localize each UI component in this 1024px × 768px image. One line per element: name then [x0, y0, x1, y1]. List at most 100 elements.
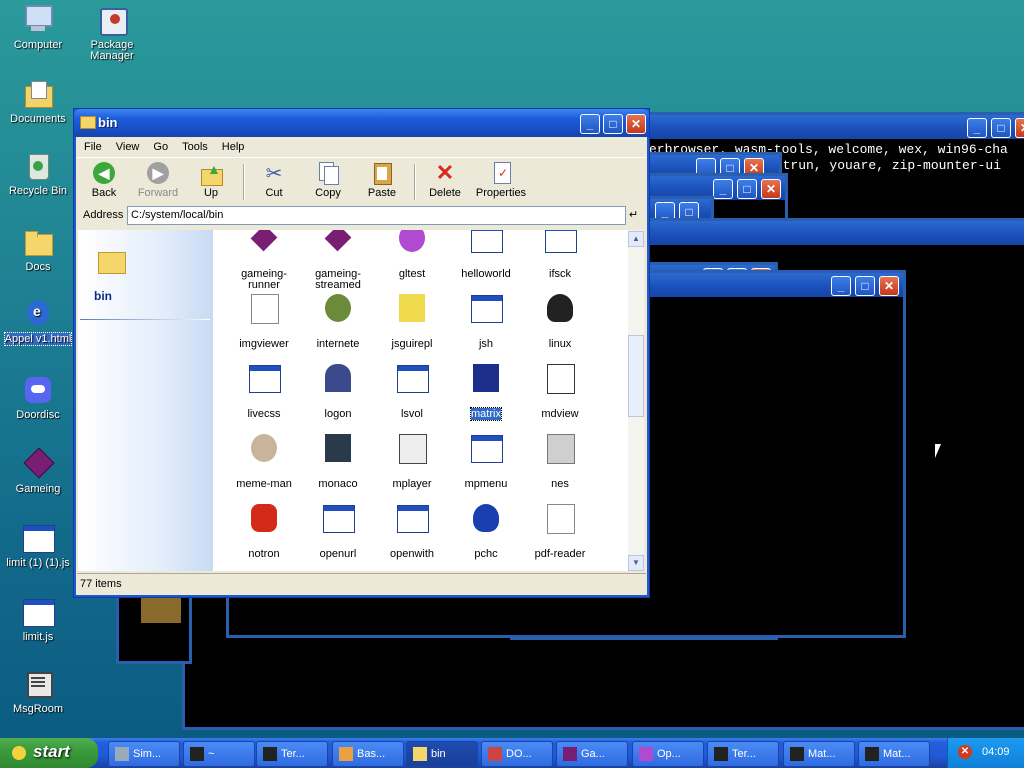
close-button[interactable]: ✕ [761, 179, 781, 199]
forward-button[interactable]: ▶ Forward [131, 161, 185, 199]
file-item-jsguirepl[interactable]: jsguirepl [375, 292, 449, 350]
go-arrow-icon[interactable]: ↵ [629, 208, 643, 222]
scroll-thumb[interactable] [628, 335, 644, 417]
file-item-gameing-streamed[interactable]: gameing-streamed [301, 230, 375, 291]
copy-button[interactable]: Copy [301, 161, 355, 199]
maximize-button[interactable]: □ [855, 276, 875, 296]
explorer-titlebar[interactable]: bin _ □ ✕ [74, 109, 649, 137]
nes-icon [544, 432, 576, 464]
task-app-icon [865, 747, 879, 761]
desktop-icon-documents[interactable]: Documents [2, 78, 74, 125]
close-button[interactable]: ✕ [1015, 118, 1024, 138]
background-window[interactable] [116, 590, 192, 664]
desktop-icon-gameing[interactable]: Gameing [2, 447, 74, 495]
file-item-mdview[interactable]: mdview [523, 362, 597, 420]
desktop-icon-docs[interactable]: Docs [2, 226, 74, 273]
file-item-nes[interactable]: nes [523, 432, 597, 490]
file-item-linux[interactable]: linux [523, 292, 597, 350]
menu-tools[interactable]: Tools [175, 138, 215, 156]
file-item-jsh[interactable]: jsh [449, 292, 523, 350]
file-item-internete[interactable]: internete [301, 292, 375, 350]
background-terminal-titlebar[interactable] [629, 115, 1024, 139]
taskbar-button[interactable]: bin [406, 741, 478, 767]
desktop-icon-recycle-bin[interactable]: Recycle Bin [2, 150, 74, 197]
file-item-mplayer[interactable]: mplayer [375, 432, 449, 490]
close-button[interactable]: ✕ [879, 276, 899, 296]
taskbar-button-label: Sim... [133, 748, 162, 760]
back-button[interactable]: ◀ Back [77, 161, 131, 199]
error-notification-icon[interactable]: ✕ [958, 745, 972, 759]
properties-button[interactable]: ✓ Properties [470, 161, 532, 199]
minimize-button[interactable]: _ [580, 114, 600, 134]
file-item-helloworld[interactable]: helloworld [449, 230, 523, 280]
toolbar-separator [243, 164, 245, 200]
desktop-icon-appel[interactable]: e Appel v1.html [2, 298, 74, 346]
taskbar-button-label: Bas... [357, 748, 386, 760]
up-button[interactable]: ▲ Up [184, 161, 238, 199]
notron-icon [248, 502, 280, 534]
taskbar-button[interactable]: ~ [183, 741, 255, 767]
internete-icon [322, 292, 354, 324]
desktop-icon-limit-1-1-js[interactable]: limit (1) (1).js [2, 522, 74, 569]
file-item-pdf-reader[interactable]: pdf-reader [523, 502, 597, 560]
maximize-button[interactable]: □ [737, 179, 757, 199]
folder-icon [22, 226, 54, 258]
address-input[interactable]: C:/system/local/bin [127, 206, 626, 225]
explorer-window[interactable]: bin _ □ ✕ File View Go Tools Help ◀ Back ▶ F… [73, 108, 650, 598]
file-item-matrix[interactable]: matrix [449, 362, 523, 421]
minimize-button[interactable]: _ [713, 179, 733, 199]
taskbar-button[interactable]: Bas... [332, 741, 404, 767]
menu-go[interactable]: Go [146, 138, 175, 156]
vertical-scrollbar[interactable]: ▲ ▼ [628, 230, 644, 571]
delete-button[interactable]: ✕ Delete [418, 161, 472, 200]
file-item-openwith[interactable]: openwith [375, 502, 449, 560]
taskbar-button[interactable]: Ga... [556, 741, 628, 767]
close-button[interactable]: ✕ [626, 114, 646, 134]
file-item-livecss[interactable]: livecss [227, 362, 301, 420]
taskbar-button[interactable]: Sim... [108, 741, 180, 767]
openurl-icon [322, 502, 355, 534]
clipboard-icon [369, 161, 395, 185]
maximize-button[interactable]: □ [991, 118, 1011, 138]
desktop-icon-msgroom[interactable]: MsgRoom [2, 668, 74, 715]
file-item-notron[interactable]: notron [227, 502, 301, 560]
scroll-up-arrow[interactable]: ▲ [628, 231, 644, 247]
taskbar-button[interactable]: Mat... [858, 741, 930, 767]
start-button[interactable]: start [0, 738, 98, 768]
file-item-ifsck[interactable]: ifsck [523, 230, 597, 280]
desktop-icon-computer[interactable]: Computer [2, 4, 74, 51]
minimize-button[interactable]: _ [967, 118, 987, 138]
file-item-logon[interactable]: logon [301, 362, 375, 420]
file-item-monaco[interactable]: monaco [301, 432, 375, 490]
taskbar-button[interactable]: Ter... [707, 741, 779, 767]
taskbar-button[interactable]: DO... [481, 741, 553, 767]
desktop-icon-package-manager[interactable]: Package Manager [76, 4, 148, 62]
minimize-button[interactable]: _ [831, 276, 851, 296]
menu-file[interactable]: File [77, 138, 109, 156]
maximize-button[interactable]: □ [603, 114, 623, 134]
file-item-label: matrix [470, 407, 502, 421]
file-item-mpmenu[interactable]: mpmenu [449, 432, 523, 490]
file-item-imgviewer[interactable]: imgviewer [227, 292, 301, 350]
taskbar-button[interactable]: Mat... [783, 741, 855, 767]
file-item-meme-man[interactable]: meme-man [227, 432, 301, 490]
documents-folder-icon [22, 78, 54, 110]
folder-icon [98, 252, 126, 274]
file-item-pchc[interactable]: pchc [449, 502, 523, 560]
file-item-openurl[interactable]: openurl [301, 502, 375, 560]
window-file-icon [22, 522, 55, 554]
desktop-icon-limit-js[interactable]: limit.js [2, 596, 74, 643]
cut-button[interactable]: ✂ Cut [247, 161, 301, 199]
desktop-icon-doordisc[interactable]: Doordisc [2, 374, 74, 421]
desktop-icon-label: limit (1) (1).js [6, 557, 70, 569]
menu-view[interactable]: View [109, 138, 147, 156]
paste-button[interactable]: Paste [355, 161, 409, 199]
scroll-down-arrow[interactable]: ▼ [628, 555, 644, 571]
file-item-gltest[interactable]: gltest [375, 230, 449, 280]
taskbar-button[interactable]: Ter... [256, 741, 328, 767]
menu-help[interactable]: Help [215, 138, 252, 156]
taskbar-button[interactable]: Op... [632, 741, 704, 767]
file-list[interactable]: gameing-runner gameing-streamed gltest hell… [213, 230, 628, 571]
file-item-gameing-runner[interactable]: gameing-runner [227, 230, 301, 291]
file-item-lsvol[interactable]: lsvol [375, 362, 449, 420]
